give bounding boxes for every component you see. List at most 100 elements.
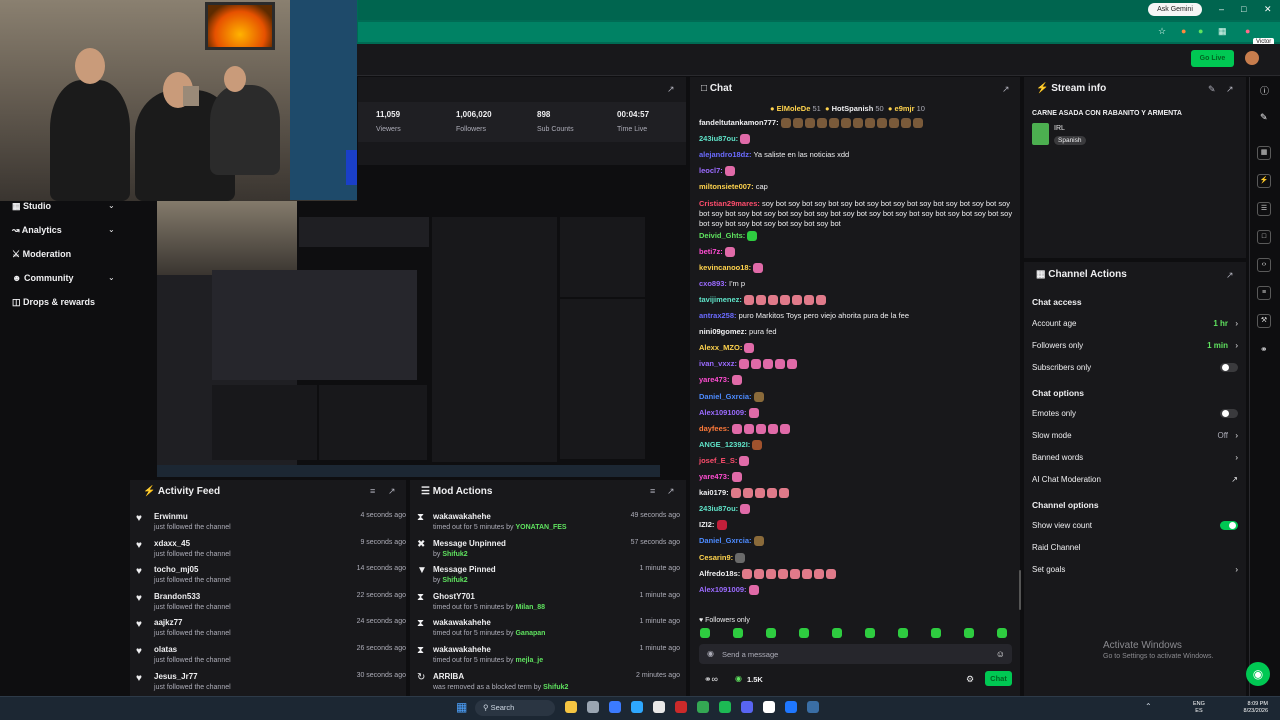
profile-icon[interactable]: ● [1245,26,1250,36]
edge-icon[interactable] [631,701,643,713]
subscribers-only-toggle[interactable] [1220,363,1238,372]
filter-icon[interactable]: ≡ [370,486,375,496]
chevron-up-icon[interactable]: ⌃ [1145,702,1152,711]
chat-username[interactable]: fandeltutankamon777: [699,118,779,127]
chat-message[interactable]: Cristian29mares: soy bot soy bot soy bot… [699,199,1015,229]
chat-message[interactable]: cxo893: I'm p [699,279,745,289]
pencil-icon[interactable]: ✎ [1260,112,1268,123]
chat-message[interactable]: antrax258: puro Markitos Toys pero viejo… [699,311,909,321]
avatar[interactable] [1245,51,1259,65]
chat-message[interactable]: kevincanoo18: [699,263,765,273]
list-item[interactable]: ♥ xdaxx_45 just followed the channel 9 seco… [136,539,406,565]
chat-username[interactable]: ANGE_12392I: [699,440,750,449]
banned-words-row[interactable]: Banned words › [1032,453,1238,463]
pencil-icon[interactable]: ✎ [1208,84,1216,95]
chat-username[interactable]: cxo893: [699,279,727,288]
chat-message[interactable]: Alfredo18s: [699,569,838,579]
chat-input[interactable]: ◉ Send a message ☺ [699,644,1012,664]
chat-scrollbar[interactable] [1019,570,1021,610]
emote-icon[interactable] [733,628,743,638]
puzzle-icon[interactable]: ▦ [1218,26,1227,37]
chat-message[interactable]: Daniel_Gxrcia: [699,536,766,547]
account-age-row[interactable]: Account age 1 hr › [1032,319,1238,329]
popout-icon[interactable]: ↗ [667,486,675,497]
bolt-icon[interactable]: ⚡ [1257,174,1271,188]
chat-message[interactable]: ivan_vxxz: [699,359,799,370]
chat-username[interactable]: leocl7: [699,166,723,175]
chat-username[interactable]: Alex1091009: [699,408,747,417]
list-item[interactable]: ♥ olatas just followed the channel 26 secon… [136,645,406,671]
followers-only-row[interactable]: Followers only 1 min › [1032,341,1238,351]
slow-mode-row[interactable]: Slow mode Off › [1032,431,1238,441]
chat-username[interactable]: josef_E_S: [699,456,737,465]
chat-message[interactable]: dayfees: [699,424,792,434]
chat-username[interactable]: kevincanoo18: [699,263,751,272]
wrench-icon[interactable]: ⚒ [1257,314,1271,328]
info-icon[interactable]: ⓘ [1260,84,1269,97]
show-view-count-toggle[interactable] [1220,521,1238,530]
list-item[interactable]: ↻ ARRIBA was removed as a blocked term by … [416,672,680,698]
filter-icon[interactable]: ≡ [650,486,655,496]
chat-message[interactable]: IZI2: [699,520,729,531]
stream-preview[interactable] [157,195,660,477]
chat-message[interactable]: yare473: [699,472,744,483]
chat-username[interactable]: yare473: [699,472,729,481]
chat-username[interactable]: 243iu87ou: [699,504,738,513]
emote-icon[interactable] [700,628,710,638]
list-item[interactable]: ⧗ GhostY701 timed out for 5 minutes by Mil… [416,592,680,618]
chevron-down-icon[interactable]: ⌄ [108,273,115,282]
settings-sliders-icon[interactable]: ≡ [1257,286,1271,300]
chat-message[interactable]: 243iu87ou: [699,134,752,145]
chat-username[interactable]: IZI2: [699,520,714,529]
chat-username[interactable]: antrax258: [699,311,737,320]
list-item[interactable]: ♥ Jesus_Jr77 just followed the channel 30 s… [136,672,406,698]
list-item[interactable]: ▼ Message Pinned by Shifuk2 1 minute ago [416,565,680,591]
code-icon[interactable]: ‹› [1257,258,1271,272]
sidebar-item-community[interactable]: ☻ Community [12,273,73,283]
list-item[interactable]: ♥ Erwinmu just followed the channel 4 secon… [136,512,406,538]
chat-message[interactable]: kai0179: [699,488,791,499]
chat-username[interactable]: Cristian29mares: [699,199,760,208]
chat-username[interactable]: yare473: [699,375,729,384]
chat-username[interactable]: Alexx_MZO: [699,343,742,352]
chat-message[interactable]: nini09gomez: pura fed [699,327,777,337]
popout-icon[interactable]: ↗ [667,84,675,95]
chat-message[interactable]: Deivid_Ghts: [699,231,759,241]
chat-username[interactable]: Daniel_Gxrcia: [699,392,752,401]
emote-icon[interactable] [898,628,908,638]
star-icon[interactable]: ☆ [1158,26,1166,37]
chat-message[interactable]: Alexx_MZO: [699,343,756,354]
sidebar-item-drops[interactable]: ◫ Drops & rewards [12,297,95,308]
app-icon[interactable] [785,701,797,713]
emote-icon[interactable] [997,628,1007,638]
chat-message[interactable]: Alex1091009: [699,585,761,595]
taskbar-clock[interactable]: 8:09 PM 8/23/2026 [1236,701,1268,715]
chat-message[interactable]: Cesarin9: [699,553,747,563]
extension-icon[interactable]: ● [1198,26,1203,36]
layout-icon[interactable]: ▦ [1257,146,1271,160]
chat-send-button[interactable]: Chat [985,671,1012,686]
emoji-icon[interactable]: ☺ [996,649,1005,659]
discord-icon[interactable] [741,701,753,713]
folder-icon[interactable] [565,701,577,713]
windows-start-icon[interactable]: ▦ [456,700,467,714]
sidebar-item-analytics[interactable]: ↝ Analytics [12,225,62,236]
taskbar-search[interactable]: ⚲ Search [475,700,555,716]
chat-message[interactable]: ANGE_12392I: [699,440,764,450]
list-item[interactable]: ⧗ wakawakahehe timed out for 5 minutes by … [416,618,680,644]
window-icon[interactable] [587,701,599,713]
chat-message[interactable]: beti7z: [699,247,737,257]
emote-icon[interactable] [799,628,809,638]
emotes-only-toggle[interactable] [1220,409,1238,418]
emote-icon[interactable] [865,628,875,638]
chat-message[interactable]: tavijimenez: [699,295,828,305]
record-icon[interactable] [675,701,687,713]
popout-icon[interactable]: ↗ [1002,84,1010,95]
chat-username[interactable]: ivan_vxxz: [699,359,737,368]
popout-icon[interactable]: ↗ [1226,84,1234,95]
minimize-icon[interactable]: – [1219,4,1224,14]
list-item[interactable]: ♥ Brandon533 just followed the channel 22 s… [136,592,406,618]
chat-username[interactable]: dayfees: [699,424,729,433]
sidebar-item-studio[interactable]: ▦ Studio [12,201,51,212]
close-icon[interactable]: ✕ [1264,4,1272,15]
